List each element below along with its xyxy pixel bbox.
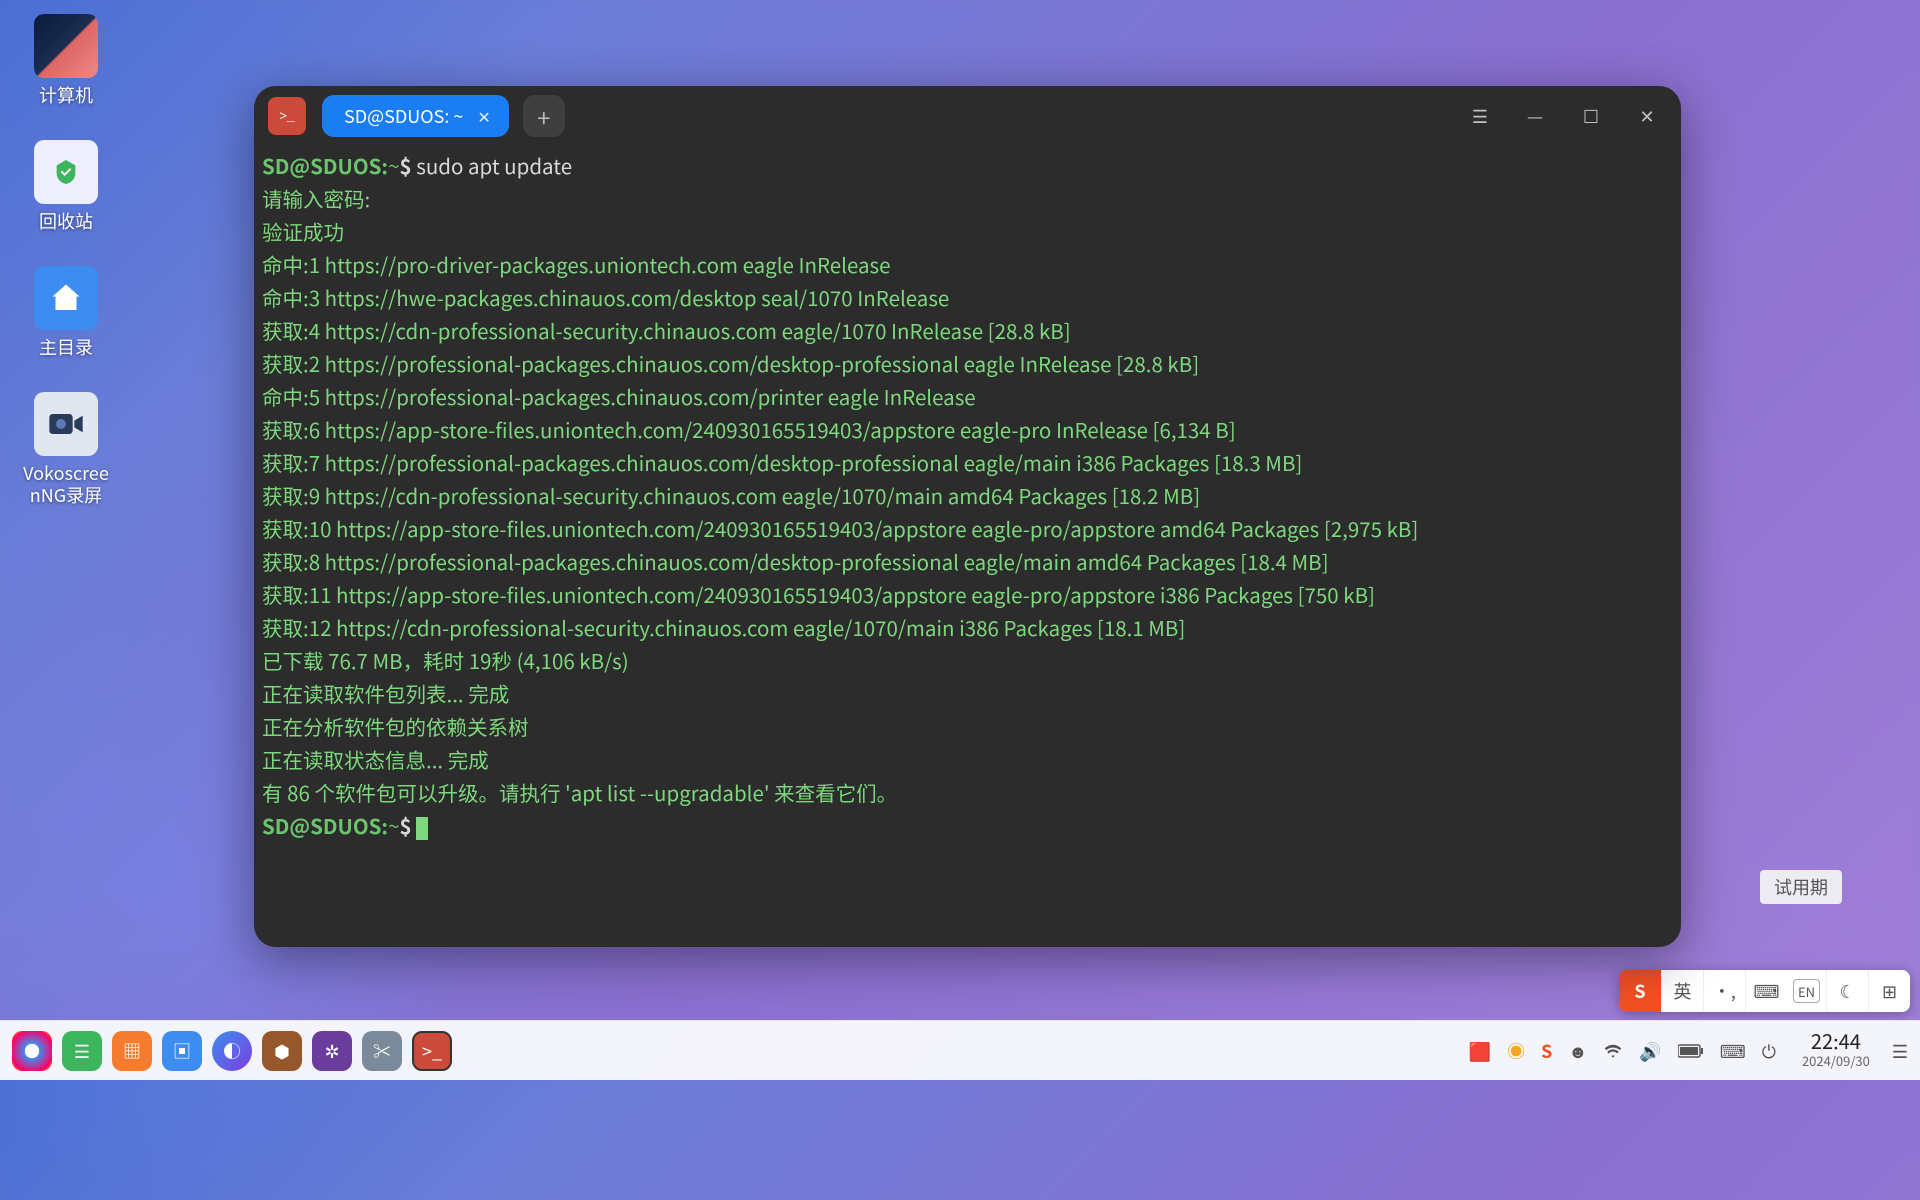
terminal-output-line: 有 86 个软件包可以升级。请执行 'apt list --upgradable… [262,777,897,807]
clock-date: 2024/09/30 [1802,1051,1870,1071]
settings-icon[interactable]: ✲ [312,1031,352,1071]
desktop-trash-icon[interactable]: 回收站 [22,140,110,232]
ime-language-toggle[interactable]: 英 [1661,970,1703,1012]
terminal-body[interactable]: SD@SDUOS:~$ sudo apt update 请输入密码: 验证成功 … [254,146,1681,851]
terminal-output-line: 获取:8 https://professional-packages.china… [262,546,1329,576]
terminal-output-line: 请输入密码: [262,183,370,213]
desktop-icon-label: 计算机 [39,84,93,106]
wifi-icon[interactable] [1603,1041,1623,1061]
terminal-output-line: 命中:1 https://pro-driver-packages.unionte… [262,249,891,279]
ime-moon-icon[interactable]: ☾ [1826,970,1868,1012]
trash-icon [34,140,98,204]
terminal-output-line: 正在读取状态信息... 完成 [262,744,489,774]
maximize-button[interactable]: ☐ [1567,92,1615,140]
terminal-cursor [416,817,428,840]
system-tray: 🟥 ◉ S ☻ 🔊 ⌨ ⏻ 22:44 2024/09/30 ☰ [1469,1031,1908,1071]
volume-icon[interactable]: 🔊 [1639,1038,1661,1064]
launcher-icon[interactable] [12,1031,52,1071]
terminal-command: sudo apt update [416,150,572,180]
terminal-task-icon[interactable]: >_ [412,1031,452,1071]
notification-center-icon[interactable]: ☰ [1892,1038,1908,1064]
package-icon[interactable]: ⬢ [262,1031,302,1071]
terminal-window: >_ SD@SDUOS: ~ ✕ + ☰ — ☐ ✕ SD@SDUOS:~$ s… [254,86,1681,947]
ime-logo-icon[interactable]: S [1619,970,1661,1012]
terminal-output-line: 已下载 76.7 MB，耗时 19秒 (4,106 kB/s) [262,645,629,675]
desktop-computer-icon[interactable]: 计算机 [22,14,110,106]
tray-assistant-icon[interactable]: ☻ [1568,1038,1587,1064]
desktop-home-icon[interactable]: 主目录 [22,266,110,358]
clock-time: 22:44 [1802,1031,1870,1051]
ime-toolbar[interactable]: S 英 •, ⌨ EN ☾ ⊞ [1619,970,1910,1012]
prompt-user: SD@SDUOS [262,150,381,180]
window-titlebar[interactable]: >_ SD@SDUOS: ~ ✕ + ☰ — ☐ ✕ [254,86,1681,146]
terminal-output-line: 获取:2 https://professional-packages.china… [262,348,1199,378]
terminal-output-line: 验证成功 [262,216,344,246]
power-icon[interactable]: ⏻ [1762,1038,1776,1064]
desktop-vokoscreen-icon[interactable]: Vokoscree nNG录屏 [22,392,110,506]
terminal-output-line: 正在读取软件包列表... 完成 [262,678,509,708]
desktop-icon-label: 主目录 [39,336,93,358]
home-icon [34,266,98,330]
battery-icon[interactable] [1678,1043,1704,1059]
terminal-output-line: 获取:6 https://app-store-files.uniontech.c… [262,414,1236,444]
screenshot-icon[interactable]: ✂ [362,1031,402,1071]
clock[interactable]: 22:44 2024/09/30 [1802,1031,1870,1071]
terminal-output-line: 获取:9 https://cdn-professional-security.c… [262,480,1200,510]
app-store-icon[interactable]: ▦ [112,1031,152,1071]
tab-title: SD@SDUOS: ~ [344,103,463,129]
trial-badge: 试用期 [1760,870,1842,904]
ime-keyboard-icon[interactable]: ⌨ [1745,970,1787,1012]
ime-grid-icon[interactable]: ⊞ [1868,970,1910,1012]
new-tab-button[interactable]: + [523,95,565,137]
terminal-output-line: 命中:3 https://hwe-packages.chinauos.com/d… [262,282,949,312]
terminal-output-line: 获取:7 https://professional-packages.china… [262,447,1302,477]
tray-sogou-icon[interactable]: S [1541,1038,1552,1064]
desktop-icon-label: Vokoscree nNG录屏 [23,462,109,506]
tray-sync-icon[interactable]: ◉ [1507,1038,1525,1064]
terminal-output-line: 获取:12 https://cdn-professional-security.… [262,612,1185,642]
terminal-output-line: 正在分析软件包的依赖关系树 [262,711,529,741]
vokoscreen-icon [34,392,98,456]
minimize-button[interactable]: — [1511,92,1559,140]
keyboard-tray-icon[interactable]: ⌨ [1720,1038,1746,1064]
desktop-icon-label: 回收站 [39,210,93,232]
terminal-output-line: 获取:4 https://cdn-professional-security.c… [262,315,1071,345]
file-manager-icon[interactable]: ▣ [162,1031,202,1071]
terminal-output-line: 获取:11 https://app-store-files.uniontech.… [262,579,1375,609]
close-tab-icon[interactable]: ✕ [477,104,490,128]
terminal-tab-active[interactable]: SD@SDUOS: ~ ✕ [322,95,509,137]
browser-icon[interactable]: ◐ [212,1031,252,1071]
terminal-output-line: 获取:10 https://app-store-files.uniontech.… [262,513,1418,543]
ime-en-toggle[interactable]: EN [1793,979,1820,1003]
taskbar: ☰ ▦ ▣ ◐ ⬢ ✲ ✂ >_ 🟥 ◉ S ☻ 🔊 ⌨ ⏻ 22:44 202… [0,1020,1920,1080]
close-button[interactable]: ✕ [1623,92,1671,140]
terminal-app-icon: >_ [268,97,306,135]
hamburger-menu-icon[interactable]: ☰ [1455,92,1503,140]
multitask-icon[interactable]: ☰ [62,1031,102,1071]
ime-punctuation-toggle[interactable]: •, [1703,970,1745,1012]
computer-icon [34,14,98,78]
tray-app-icon[interactable]: 🟥 [1469,1038,1491,1064]
terminal-output-line: 命中:5 https://professional-packages.china… [262,381,976,411]
